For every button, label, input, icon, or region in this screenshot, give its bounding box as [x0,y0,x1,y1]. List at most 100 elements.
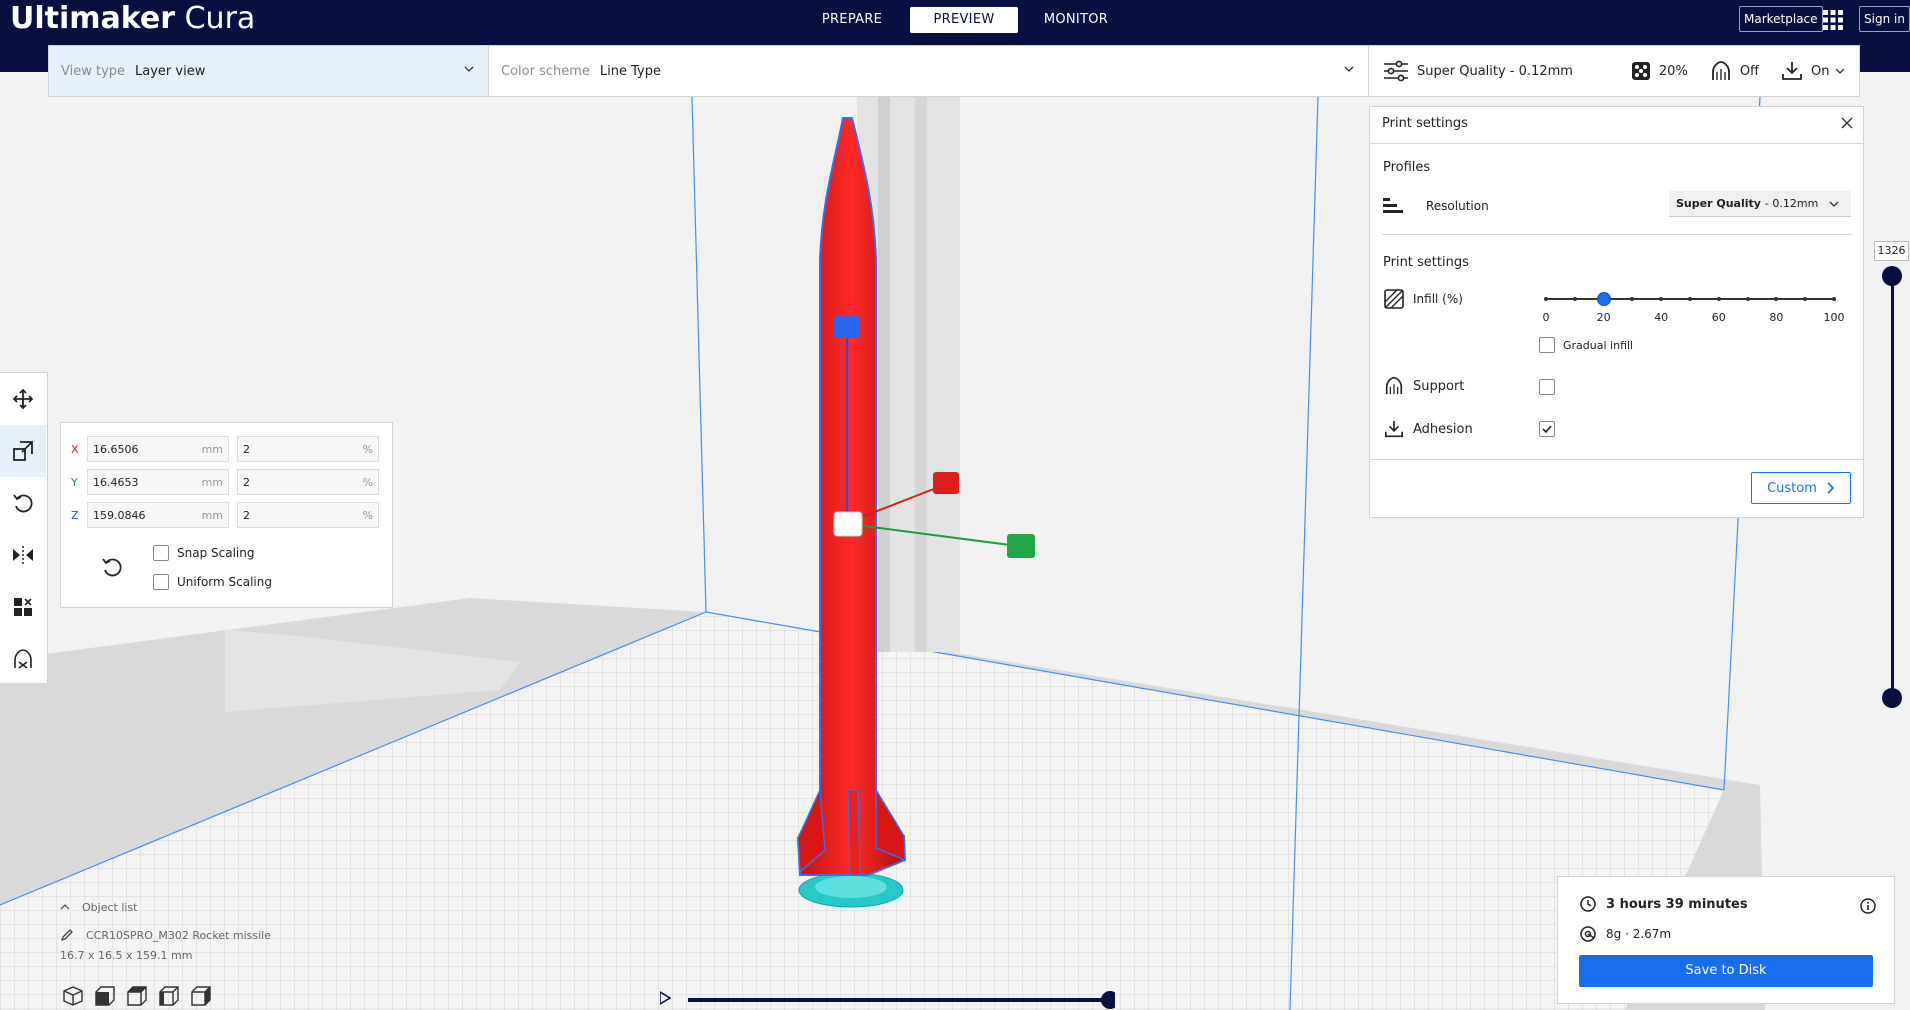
info-icon[interactable] [1860,898,1876,914]
chevron-down-icon [1344,66,1354,72]
move-tool-button[interactable] [0,373,46,425]
infill-label-text: Infill (%) [1413,292,1463,306]
infill-tick-mark [1544,297,1548,301]
app-logo: Ultimaker Cura [10,0,255,38]
infill-tick-label: 20 [1596,311,1611,324]
gradual-infill-checkbox[interactable] [1539,337,1555,353]
layer-slider-bottom-handle[interactable] [1882,688,1902,708]
move-icon [12,388,34,410]
y-percent-input[interactable]: 2% [237,469,379,495]
uniform-scaling-row[interactable]: Uniform Scaling [153,574,272,590]
gradual-infill-row[interactable]: Gradual infill [1539,337,1633,353]
infill-tick-label: 40 [1654,311,1669,324]
snap-scaling-row[interactable]: Snap Scaling [153,545,254,561]
snap-scaling-checkbox[interactable] [153,545,169,561]
view-type-dropdown[interactable]: View type Layer view [49,46,489,96]
preview-toolbar: View type Layer view Color scheme Line T… [48,45,1860,97]
infill-tick-mark [1774,297,1779,301]
reset-scale-icon[interactable] [101,556,123,578]
unit-percent: % [362,508,373,522]
pencil-icon [60,929,73,942]
rotate-tool-button[interactable] [0,477,46,529]
infill-slider[interactable]: 0 20 40 60 80 100 [1542,291,1845,331]
print-estimate-panel: 3 hours 39 minutes 8g · 2.67m Save to Di… [1557,876,1895,1004]
camera-view-buttons [62,985,212,1007]
z-axis-label: Z [71,508,79,522]
logo-light: Cura [184,1,256,36]
infill-pattern-icon [1631,62,1650,80]
path-slider[interactable] [660,990,1115,1010]
scale-tool-button[interactable] [0,425,46,477]
adhesion-icon [1385,420,1403,438]
save-to-disk-button[interactable]: Save to Disk [1579,955,1873,987]
custom-settings-button[interactable]: Custom [1751,472,1851,504]
z-percent-input[interactable]: 2% [237,502,379,528]
infill-tick-mark [1745,297,1750,301]
support-label-text: Support [1413,378,1465,394]
adhesion-label-text: Adhesion [1413,421,1473,437]
print-time: 3 hours 39 minutes [1606,896,1748,912]
mirror-icon [13,546,33,564]
3d-view-icon[interactable] [62,985,84,1007]
front-view-icon[interactable] [94,985,116,1007]
support-summary-text: Off [1739,63,1760,79]
z-mm-input[interactable]: 159.0846 mm [87,502,229,528]
clock-icon [1580,896,1596,912]
layer-number-input[interactable]: 1326 [1874,241,1909,261]
left-view-icon[interactable] [158,985,180,1007]
print-settings-title: Print settings [1382,116,1468,131]
gizmo-x-handle [933,472,959,494]
right-view-icon[interactable] [190,985,212,1007]
support-summary: Off [1710,60,1759,82]
tab-monitor[interactable]: MONITOR [1022,7,1130,33]
infill-tick-label: 80 [1769,311,1784,324]
apps-grid-icon[interactable] [1822,9,1844,31]
infill-tick-mark [1803,297,1808,301]
mirror-tool-button[interactable] [0,529,46,581]
scale-row-z: Z 159.0846 mm 2% [71,502,387,528]
top-view-icon[interactable] [126,985,148,1007]
y-mm-input[interactable]: 16.4653 mm [87,469,229,495]
layer-slider-top-handle[interactable] [1882,266,1902,286]
support-blocker-button[interactable] [0,633,46,685]
adhesion-checkbox[interactable] [1539,421,1555,437]
view-type-value: Layer view [135,63,206,79]
layer-slider-track[interactable] [1891,275,1894,699]
color-scheme-dropdown[interactable]: Color scheme Line Type [489,46,1369,96]
adhesion-icon [1782,62,1802,80]
x-mm-input[interactable]: 16.6506 mm [87,436,229,462]
print-settings-panel: Print settings Profiles Resolution Super… [1369,106,1864,518]
custom-button-label: Custom [1767,480,1817,496]
close-icon[interactable] [1841,117,1853,129]
x-percent-input[interactable]: 2% [237,436,379,462]
support-checkbox[interactable] [1539,379,1555,395]
logo-bold: Ultimaker [10,1,176,36]
uniform-scaling-checkbox[interactable] [153,574,169,590]
tab-preview[interactable]: PREVIEW [910,7,1018,33]
resolution-bars-icon [1383,198,1403,213]
gizmo-z-handle [834,316,860,338]
view-type-label: View type [61,63,126,79]
color-scheme-value: Line Type [599,63,661,79]
per-model-settings-button[interactable] [0,581,46,633]
resolution-dropdown[interactable]: Super Quality - 0.12mm [1669,191,1851,217]
unit-mm: mm [201,442,223,456]
infill-slider-handle[interactable] [1596,292,1611,306]
marketplace-button[interactable]: Marketplace [1739,6,1823,32]
scale-row-y: Y 16.4653 mm 2% [71,469,387,495]
object-list-toggle[interactable]: Object list [60,898,271,916]
tab-prepare[interactable]: PREPARE [798,7,906,33]
chevron-down-icon [1835,68,1845,74]
object-list: Object list CCR10SPRO_M302 Rocket missil… [60,898,271,974]
infill-tick-label: 0 [1542,311,1550,324]
sliders-icon [1384,60,1408,82]
snap-scaling-label: Snap Scaling [177,546,255,560]
object-name-row[interactable]: CCR10SPRO_M302 Rocket missile [60,926,271,944]
chevron-right-icon [1827,482,1835,494]
z-mm-value: 159.0846 [93,508,146,522]
chevron-down-icon [464,66,474,72]
checkmark-icon [1542,425,1552,434]
sign-in-button[interactable]: Sign in [1859,6,1910,32]
material-usage: 8g · 2.67m [1606,927,1672,941]
print-setup-summary[interactable]: Super Quality - 0.12mm 20% Off On [1369,46,1859,96]
